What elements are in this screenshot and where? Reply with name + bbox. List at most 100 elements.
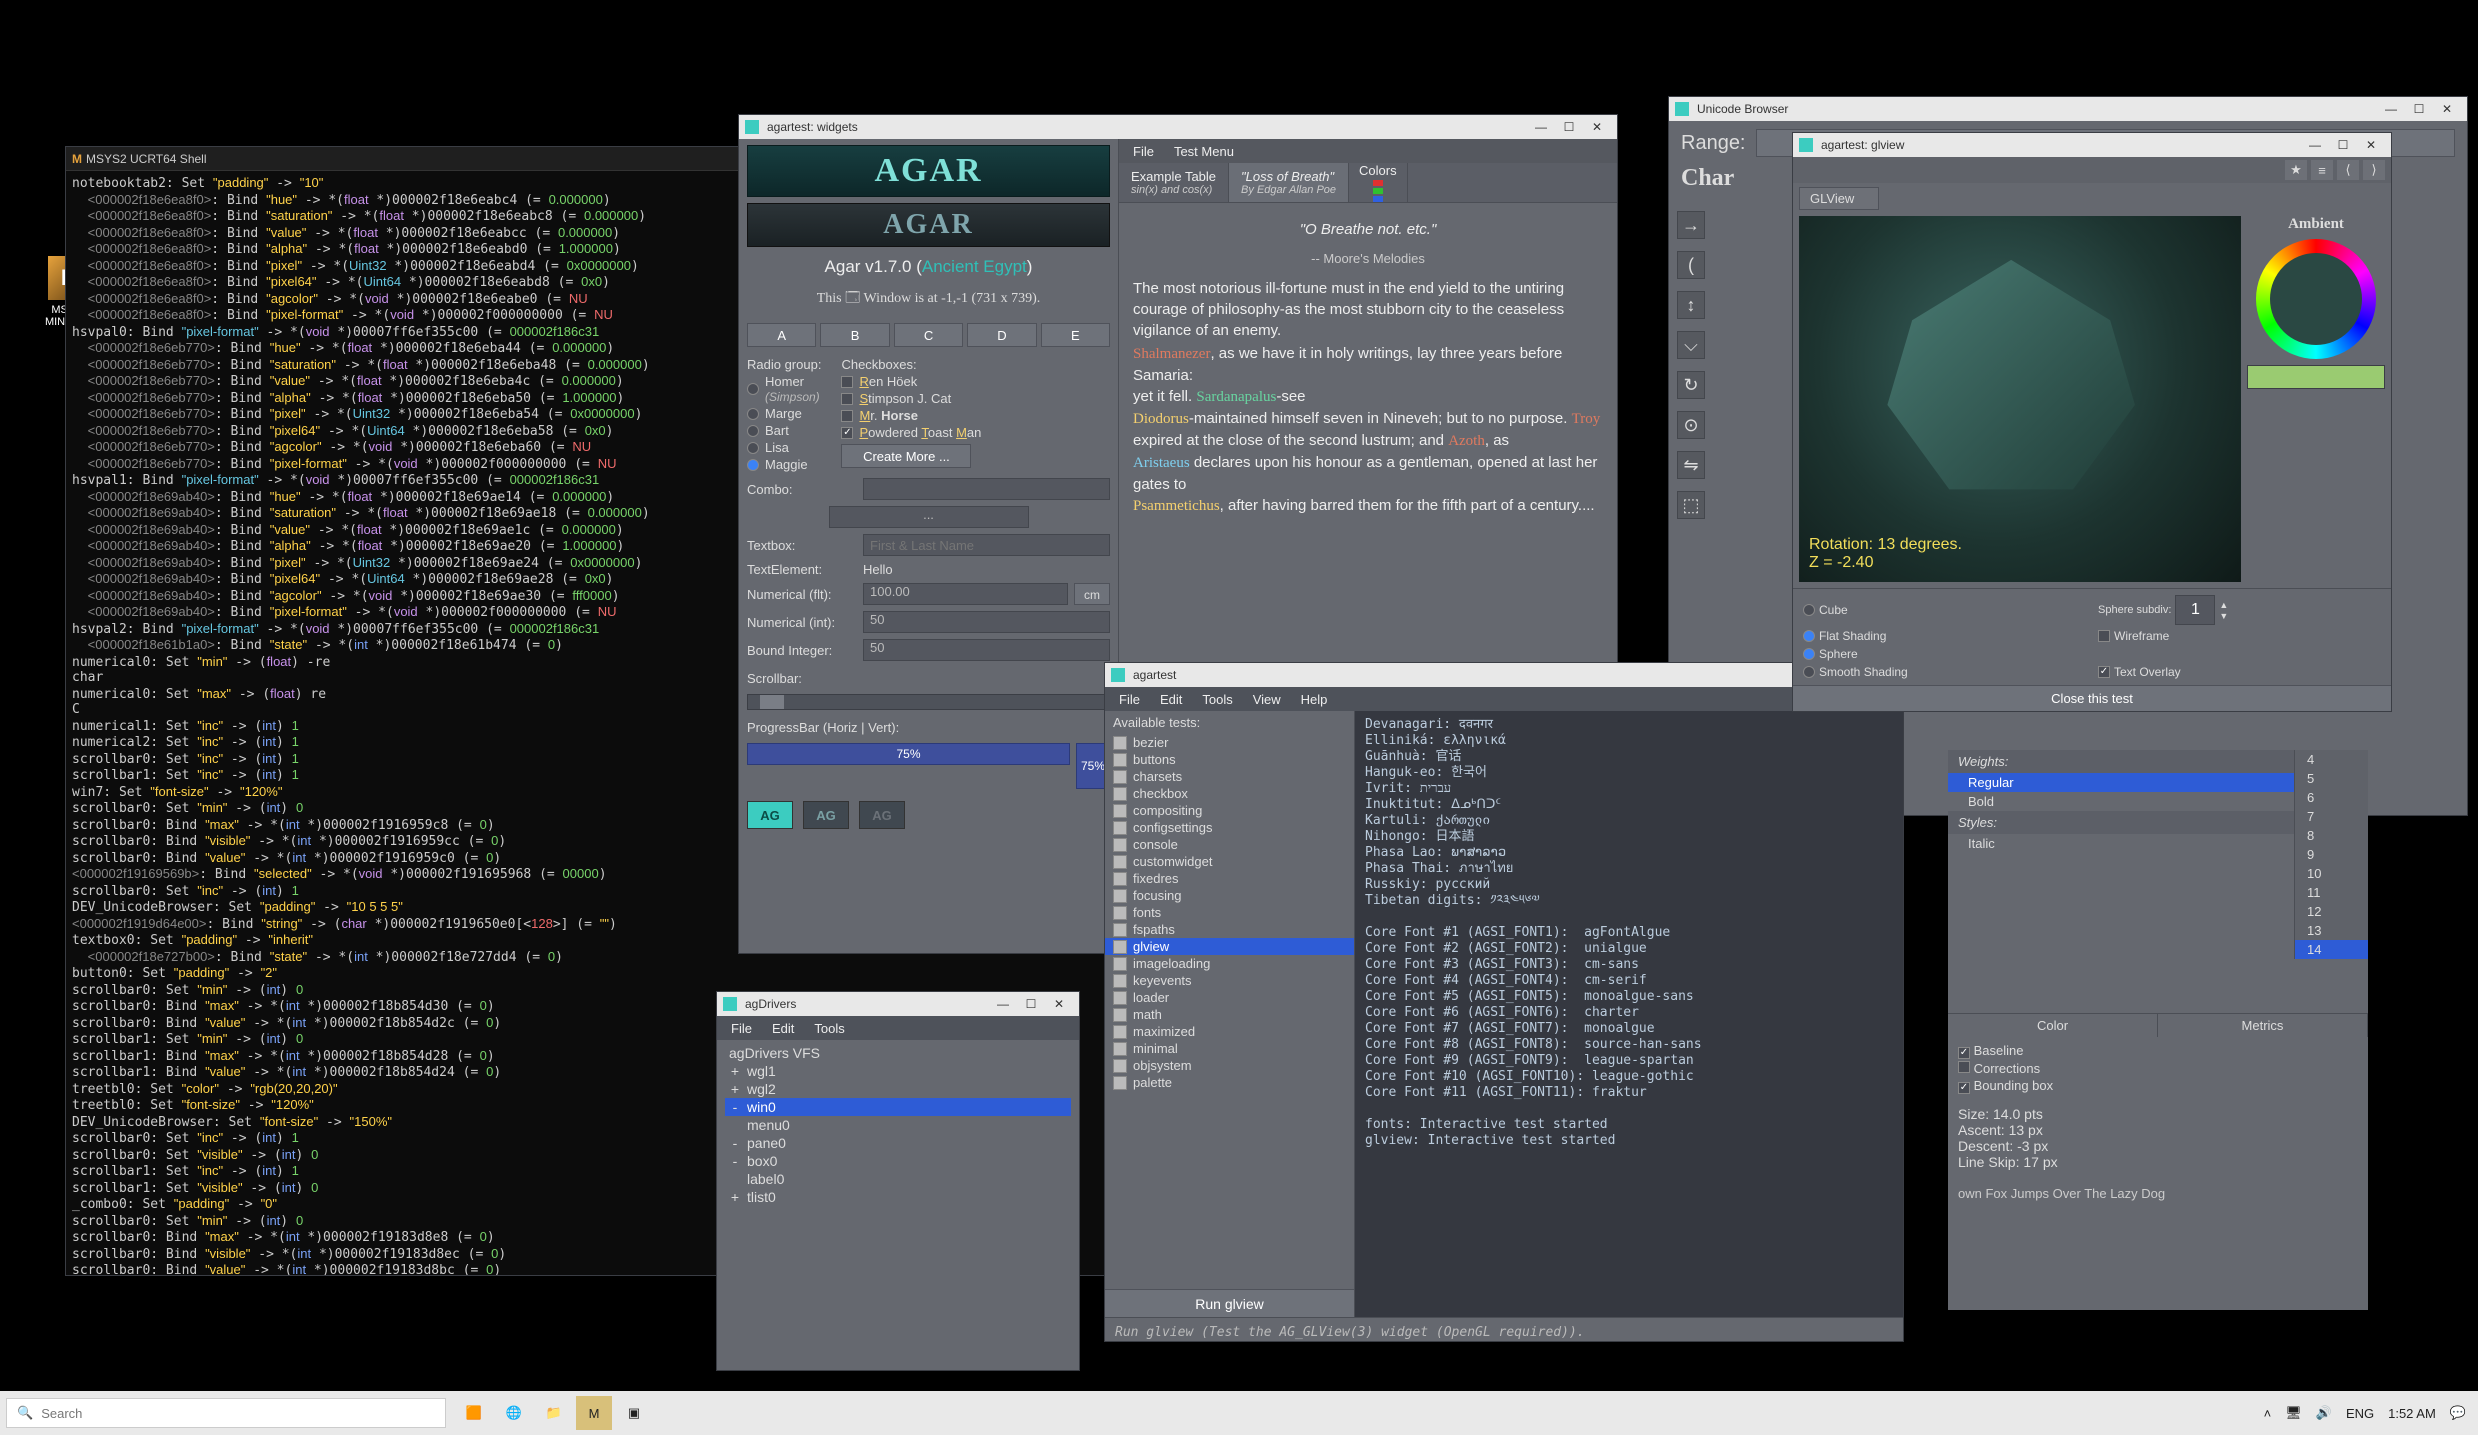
textbox-input[interactable] [863, 534, 1110, 556]
numint-input[interactable]: 50 [863, 611, 1110, 633]
tree-node-pane0[interactable]: -pane0 [725, 1134, 1071, 1152]
test-item-minimal[interactable]: minimal [1105, 1040, 1354, 1057]
tree-node-tlist0[interactable]: +tlist0 [725, 1188, 1071, 1206]
task-icon-explorer[interactable]: 📁 [536, 1396, 572, 1430]
document-area[interactable]: "O Breathe not. etc." -- Moore's Melodie… [1119, 203, 1617, 527]
char-cell-4[interactable]: ↻ [1677, 371, 1705, 399]
tests-list[interactable]: bezierbuttonscharsetscheckboxcompositing… [1105, 734, 1354, 1289]
radio-smooth-shading[interactable]: Smooth Shading [1803, 665, 2086, 679]
size-6[interactable]: 6 [2295, 788, 2368, 807]
task-icon-a[interactable]: 🟧 [456, 1396, 492, 1430]
checkbox-2[interactable]: Mr. Horse [841, 408, 1110, 423]
drivers-tree[interactable]: agDrivers VFS +wgl1+wgl2-win0menu0-pane0… [717, 1040, 1079, 1370]
check-corrections[interactable]: Corrections [1958, 1061, 2358, 1076]
close-button[interactable]: ✕ [2357, 138, 2385, 152]
menubar[interactable]: FileTest Menu [1119, 139, 1617, 163]
glview-tab[interactable]: GLView [1799, 187, 1879, 210]
test-item-objsystem[interactable]: objsystem [1105, 1057, 1354, 1074]
radio-lisa[interactable]: Lisa [747, 440, 821, 455]
test-item-fonts[interactable]: fonts [1105, 904, 1354, 921]
tab-[interactable]: "Loss of Breath"By Edgar Allan Poe [1229, 163, 1349, 202]
system-tray[interactable]: ˄ 🖥 🔊 ENG 1:52 AM 💬 [2252, 1405, 2478, 1421]
radio-sphere[interactable]: Sphere [1803, 647, 2086, 661]
test-item-keyevents[interactable]: keyevents [1105, 972, 1354, 989]
char-cell-0[interactable]: → [1677, 211, 1705, 239]
task-icon-edge[interactable]: 🌐 [496, 1396, 532, 1430]
menu-edit[interactable]: Edit [762, 1019, 804, 1038]
titlebar[interactable]: agartest: widgets — ☐ ✕ [739, 115, 1617, 139]
check-text-overlay[interactable]: Text Overlay [2098, 665, 2381, 679]
test-item-console[interactable]: console [1105, 836, 1354, 853]
test-item-focusing[interactable]: focusing [1105, 887, 1354, 904]
button-B[interactable]: B [820, 323, 889, 347]
menu-file[interactable]: File [1109, 690, 1150, 709]
checkbox-3[interactable]: Powdered Toast Man [841, 425, 1110, 440]
radio-maggie[interactable]: Maggie [747, 457, 821, 472]
swatch-0[interactable]: AG [747, 801, 793, 829]
glv-tool-2[interactable]: ⟨ [2337, 160, 2359, 180]
char-cell-6[interactable]: ⇋ [1677, 451, 1705, 479]
test-item-customwidget[interactable]: customwidget [1105, 853, 1354, 870]
subdiv-spinner[interactable]: 1 [2175, 595, 2215, 625]
size-list[interactable]: 4567891011121314 [2294, 750, 2368, 959]
check-baseline[interactable]: Baseline [1958, 1043, 2358, 1059]
tree-node-label0[interactable]: label0 [725, 1170, 1071, 1188]
maximize-button[interactable]: ☐ [1555, 120, 1583, 134]
size-4[interactable]: 4 [2295, 750, 2368, 769]
tab-metrics[interactable]: Metrics [2158, 1014, 2368, 1037]
tab-colors[interactable]: Colors [1349, 163, 1408, 202]
test-item-maximized[interactable]: maximized [1105, 1023, 1354, 1040]
menubar[interactable]: FileEditToolsViewHelp [1105, 687, 1903, 711]
numflt-unit[interactable]: cm [1074, 583, 1110, 605]
minimize-button[interactable]: — [2301, 138, 2329, 152]
tray-network-icon[interactable]: 🖥 [2285, 1405, 2302, 1421]
scrollbar-horizontal[interactable] [747, 694, 1110, 710]
size-14[interactable]: 14 [2295, 940, 2368, 959]
test-item-bezier[interactable]: bezier [1105, 734, 1354, 751]
glview-viewport[interactable]: Rotation: 13 degrees. Z = -2.40 [1799, 216, 2241, 582]
window-agartest[interactable]: agartest FileEditToolsViewHelp Available… [1104, 662, 1904, 1342]
size-12[interactable]: 12 [2295, 902, 2368, 921]
size-10[interactable]: 10 [2295, 864, 2368, 883]
menu-tools[interactable]: Tools [804, 1019, 854, 1038]
check-wireframe[interactable]: Wireframe [2098, 629, 2381, 643]
close-button[interactable]: ✕ [1583, 120, 1611, 134]
boundint-input[interactable]: 50 [863, 639, 1110, 661]
test-item-palette[interactable]: palette [1105, 1074, 1354, 1091]
button-E[interactable]: E [1041, 323, 1110, 347]
menu-file[interactable]: File [721, 1019, 762, 1038]
menubar[interactable]: FileEditTools [717, 1016, 1079, 1040]
size-9[interactable]: 9 [2295, 845, 2368, 864]
test-item-imageloading[interactable]: imageloading [1105, 955, 1354, 972]
tray-volume-icon[interactable]: 🔊 [2316, 1405, 2332, 1421]
tabs-strip[interactable]: Example Tablesin(x) and cos(x)"Loss of B… [1119, 163, 1617, 203]
checkbox-0[interactable]: Ren Höek [841, 374, 1110, 389]
tree-node-wgl1[interactable]: +wgl1 [725, 1062, 1071, 1080]
menu-file[interactable]: File [1123, 142, 1164, 161]
task-icon-msys[interactable]: M [576, 1396, 612, 1430]
close-test-button[interactable]: Close this test [1793, 685, 2391, 711]
tray-time[interactable]: 1:52 AM [2388, 1406, 2436, 1421]
size-8[interactable]: 8 [2295, 826, 2368, 845]
glv-tool-0[interactable]: ★ [2285, 160, 2307, 180]
maximize-button[interactable]: ☐ [1017, 997, 1045, 1011]
close-button[interactable]: ✕ [2433, 102, 2461, 116]
char-cell-7[interactable]: ⬚ [1677, 491, 1705, 519]
test-item-math[interactable]: math [1105, 1006, 1354, 1023]
titlebar[interactable]: Unicode Browser — ☐ ✕ [1669, 97, 2467, 121]
radio-homer[interactable]: Homer(Simpson) [747, 374, 821, 404]
tray-lang[interactable]: ENG [2346, 1406, 2374, 1421]
tray-chevron-icon[interactable]: ˄ [2264, 1406, 2272, 1421]
tree-node-box0[interactable]: -box0 [725, 1152, 1071, 1170]
radio-marge[interactable]: Marge [747, 406, 821, 421]
menu-view[interactable]: View [1243, 690, 1291, 709]
test-item-compositing[interactable]: compositing [1105, 802, 1354, 819]
radio-cube[interactable]: Cube [1803, 595, 2086, 625]
test-item-configsettings[interactable]: configsettings [1105, 819, 1354, 836]
radio-flat-shading[interactable]: Flat Shading [1803, 629, 2086, 643]
test-item-buttons[interactable]: buttons [1105, 751, 1354, 768]
glv-tool-1[interactable]: ≡ [2311, 160, 2333, 180]
test-item-charsets[interactable]: charsets [1105, 768, 1354, 785]
maximize-button[interactable]: ☐ [2405, 102, 2433, 116]
test-item-fixedres[interactable]: fixedres [1105, 870, 1354, 887]
